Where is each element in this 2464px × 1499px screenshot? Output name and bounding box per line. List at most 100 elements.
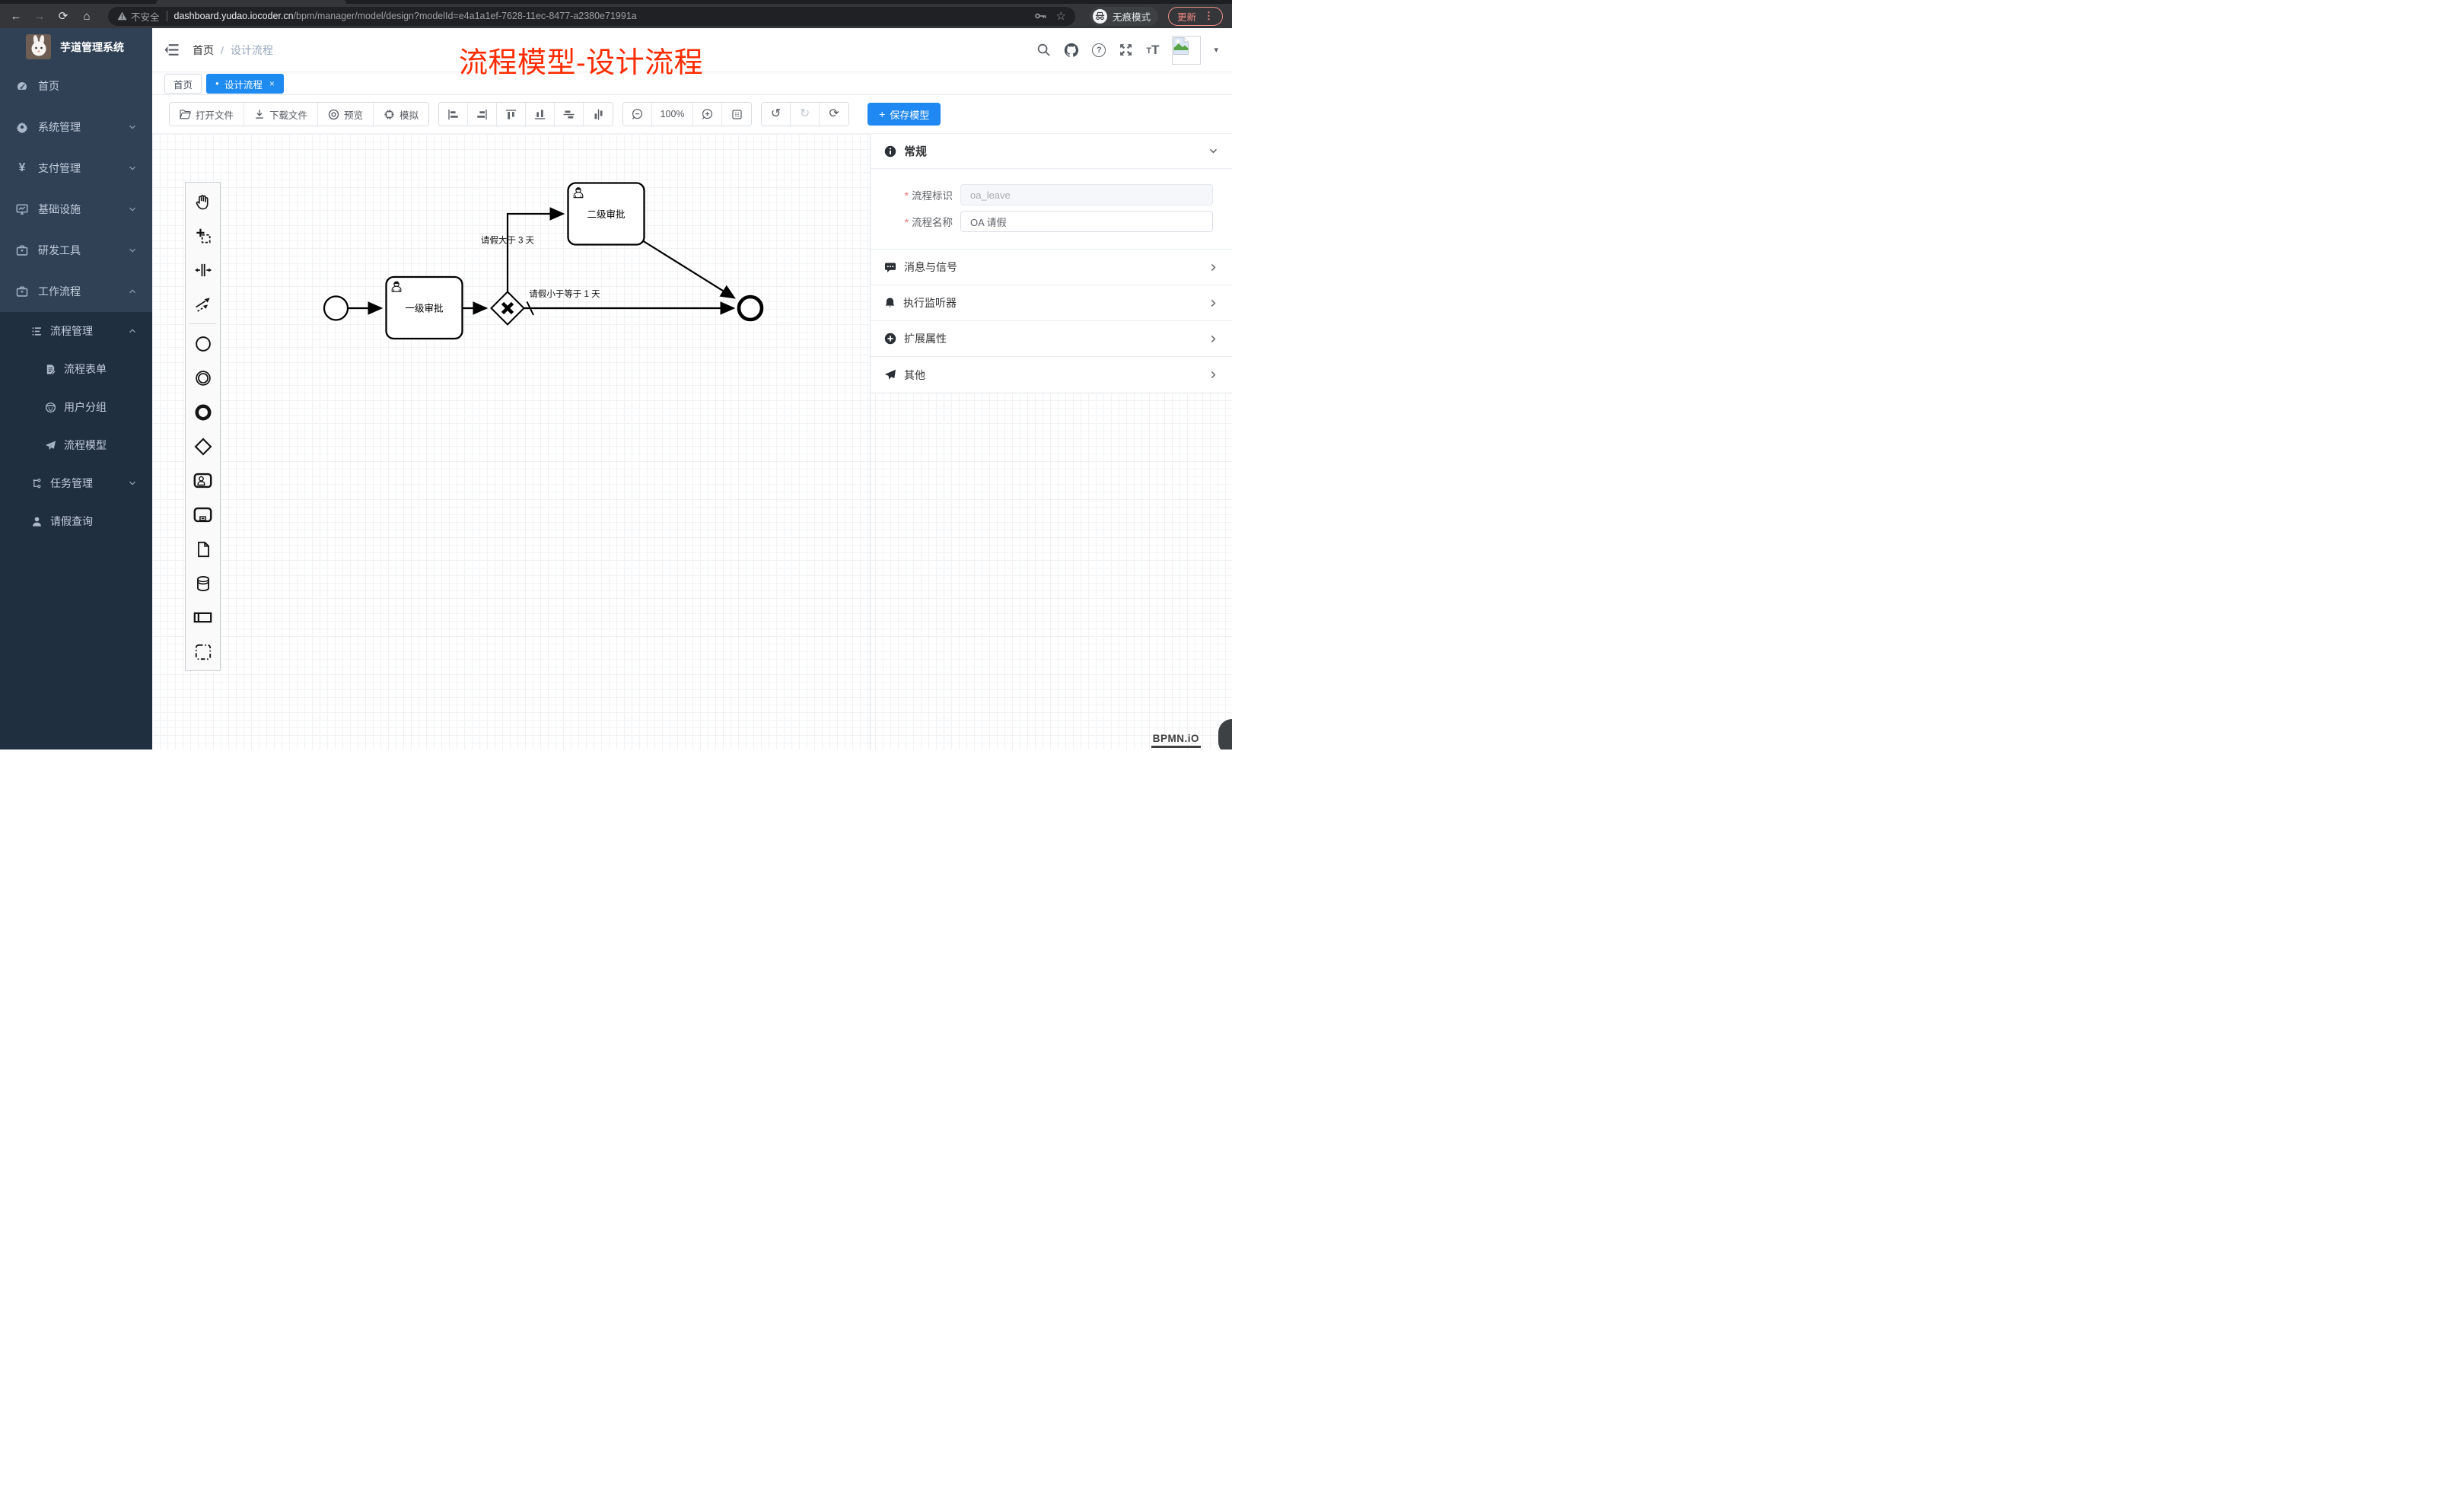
address-bar[interactable]: 不安全 dashboard.yudao.iocoder.cn/bpm/manag…	[108, 7, 1075, 26]
close-icon[interactable]: ×	[269, 78, 275, 89]
create-participant[interactable]	[186, 600, 220, 635]
open-file-button[interactable]: 打开文件	[170, 103, 244, 126]
forward-icon[interactable]: →	[33, 11, 46, 22]
sidebar-item-process-mgmt[interactable]: 流程管理	[0, 312, 152, 350]
sidebar-item-infra[interactable]: 基础设施	[0, 189, 152, 230]
bookmark-star-icon[interactable]: ☆	[1056, 11, 1066, 22]
download-file-button[interactable]: 下载文件	[244, 103, 318, 126]
sidebar-item-label: 工作流程	[38, 284, 81, 299]
sidebar-collapse-icon[interactable]	[164, 43, 179, 56]
chevron-down-icon[interactable]: ▾	[1214, 45, 1218, 55]
field-process-key: *流程标识	[871, 184, 1232, 205]
section-other[interactable]: 其他	[871, 357, 1232, 393]
sidebar: 芋道管理系统 首页 系统管理 ¥ 支付管理 基础设施 研发工具 工作	[0, 28, 152, 750]
preview-button[interactable]: 预览	[318, 103, 374, 126]
create-data-object[interactable]	[186, 532, 220, 566]
create-subprocess[interactable]	[186, 498, 220, 532]
align-vcenter-button[interactable]	[555, 103, 584, 126]
sidebar-item-payment[interactable]: ¥ 支付管理	[0, 148, 152, 189]
redo-button[interactable]: ↻	[791, 103, 820, 126]
back-icon[interactable]: ←	[9, 11, 23, 22]
create-group[interactable]	[186, 635, 220, 669]
align-top-button[interactable]	[497, 103, 526, 126]
sidebar-item-leave-query[interactable]: 请假查询	[0, 502, 152, 540]
section-extended-attributes[interactable]: 扩展属性	[871, 321, 1232, 357]
tab-home[interactable]: 首页	[164, 74, 202, 94]
tab-design-process[interactable]: ● 设计流程 ×	[206, 74, 284, 94]
create-data-store[interactable]	[186, 566, 220, 600]
chevron-down-icon	[128, 479, 137, 488]
fullscreen-icon[interactable]	[1119, 43, 1133, 57]
zoom-reset-button[interactable]	[722, 103, 751, 126]
avatar[interactable]	[1172, 36, 1201, 65]
monitor-icon	[16, 203, 28, 215]
process-name-input[interactable]	[960, 211, 1213, 232]
button-label: 保存模型	[890, 107, 929, 122]
create-intermediate-event[interactable]	[186, 361, 220, 395]
bpmn-canvas[interactable]: 一级审批 二级审批 请假大于 3 天 请假小于等于 1 天	[152, 134, 1232, 750]
properties-panel: 常规 *流程标识 *流程名称	[870, 134, 1232, 750]
chrome-update-menu[interactable]: 更新 ⋮	[1168, 7, 1223, 26]
breadcrumb-home[interactable]: 首页	[193, 43, 214, 58]
refresh-button[interactable]: ⟳	[820, 103, 848, 126]
align-right-button[interactable]	[468, 103, 497, 126]
sidebar-item-user-group[interactable]: 用户分组	[0, 388, 152, 426]
search-icon[interactable]	[1036, 43, 1051, 57]
start-event[interactable]	[324, 297, 348, 320]
exclusive-gateway[interactable]	[492, 292, 524, 325]
align-hcenter-button[interactable]	[584, 103, 613, 126]
url-text[interactable]: dashboard.yudao.iocoder.cn/bpm/manager/m…	[174, 11, 1028, 21]
password-key-icon[interactable]	[1034, 10, 1048, 22]
sidebar-item-label: 流程管理	[50, 323, 93, 339]
edge-label-lte1[interactable]: 请假小于等于 1 天	[529, 288, 600, 299]
sidebar-item-workflow[interactable]: 工作流程	[0, 271, 152, 312]
section-execution-listeners[interactable]: 执行监听器	[871, 285, 1232, 321]
create-start-event[interactable]	[186, 326, 220, 361]
edge-label-gt3[interactable]: 请假大于 3 天	[481, 235, 535, 246]
sidebar-item-task-mgmt[interactable]: 任务管理	[0, 464, 152, 502]
global-connect-tool[interactable]	[186, 287, 220, 321]
section-messages-signals[interactable]: 消息与信号	[871, 250, 1232, 285]
sidebar-item-process-model[interactable]: 流程模型	[0, 426, 152, 464]
github-icon[interactable]	[1064, 43, 1079, 58]
toolbox-icon	[16, 285, 28, 298]
sidebar-item-process-form[interactable]: 流程表单	[0, 350, 152, 388]
person-icon	[30, 515, 43, 527]
font-size-icon[interactable]: TT	[1146, 44, 1159, 56]
field-process-name: *流程名称	[871, 211, 1232, 232]
update-label: 更新	[1177, 9, 1196, 24]
user-task-level2[interactable]: 二级审批	[568, 183, 645, 245]
end-event[interactable]	[739, 297, 762, 320]
home-icon[interactable]: ⌂	[80, 11, 94, 22]
user-task-level1[interactable]: 一级审批	[387, 277, 463, 339]
reload-icon[interactable]: ⟳	[56, 11, 70, 22]
sidebar-item-system[interactable]: 系统管理	[0, 107, 152, 148]
app-logo-row[interactable]: 芋道管理系统	[0, 28, 152, 65]
section-general[interactable]: 常规	[871, 134, 1232, 169]
help-icon[interactable]: ?	[1092, 43, 1106, 57]
zoom-in-button[interactable]	[693, 103, 722, 126]
flow-gateway-to-task2[interactable]	[508, 214, 563, 291]
align-left-button[interactable]	[439, 103, 468, 126]
zoom-level[interactable]: 100%	[652, 103, 693, 126]
sidebar-item-home[interactable]: 首页	[0, 65, 152, 107]
hand-tool[interactable]	[186, 184, 220, 218]
undo-button[interactable]: ↺	[762, 103, 791, 126]
sidebar-item-devtools[interactable]: 研发工具	[0, 230, 152, 271]
create-user-task[interactable]	[186, 463, 220, 498]
space-tool[interactable]	[186, 253, 220, 287]
save-model-button[interactable]: + 保存模型	[867, 103, 941, 126]
lasso-tool[interactable]	[186, 218, 220, 253]
create-gateway[interactable]	[186, 429, 220, 463]
simulate-button[interactable]: 模拟	[374, 103, 428, 126]
flow-task2-to-end[interactable]	[642, 240, 734, 298]
zoom-out-button[interactable]	[623, 103, 652, 126]
chip-icon	[384, 109, 395, 120]
process-key-input[interactable]	[960, 184, 1213, 205]
align-bottom-button[interactable]	[526, 103, 555, 126]
chevron-right-icon	[1208, 370, 1218, 380]
security-status[interactable]: 不安全	[117, 9, 160, 24]
designer-toolbar: 打开文件 下载文件 预览 模拟	[152, 95, 1232, 134]
create-end-event[interactable]	[186, 395, 220, 429]
browser-active-tab[interactable]	[156, 0, 346, 4]
